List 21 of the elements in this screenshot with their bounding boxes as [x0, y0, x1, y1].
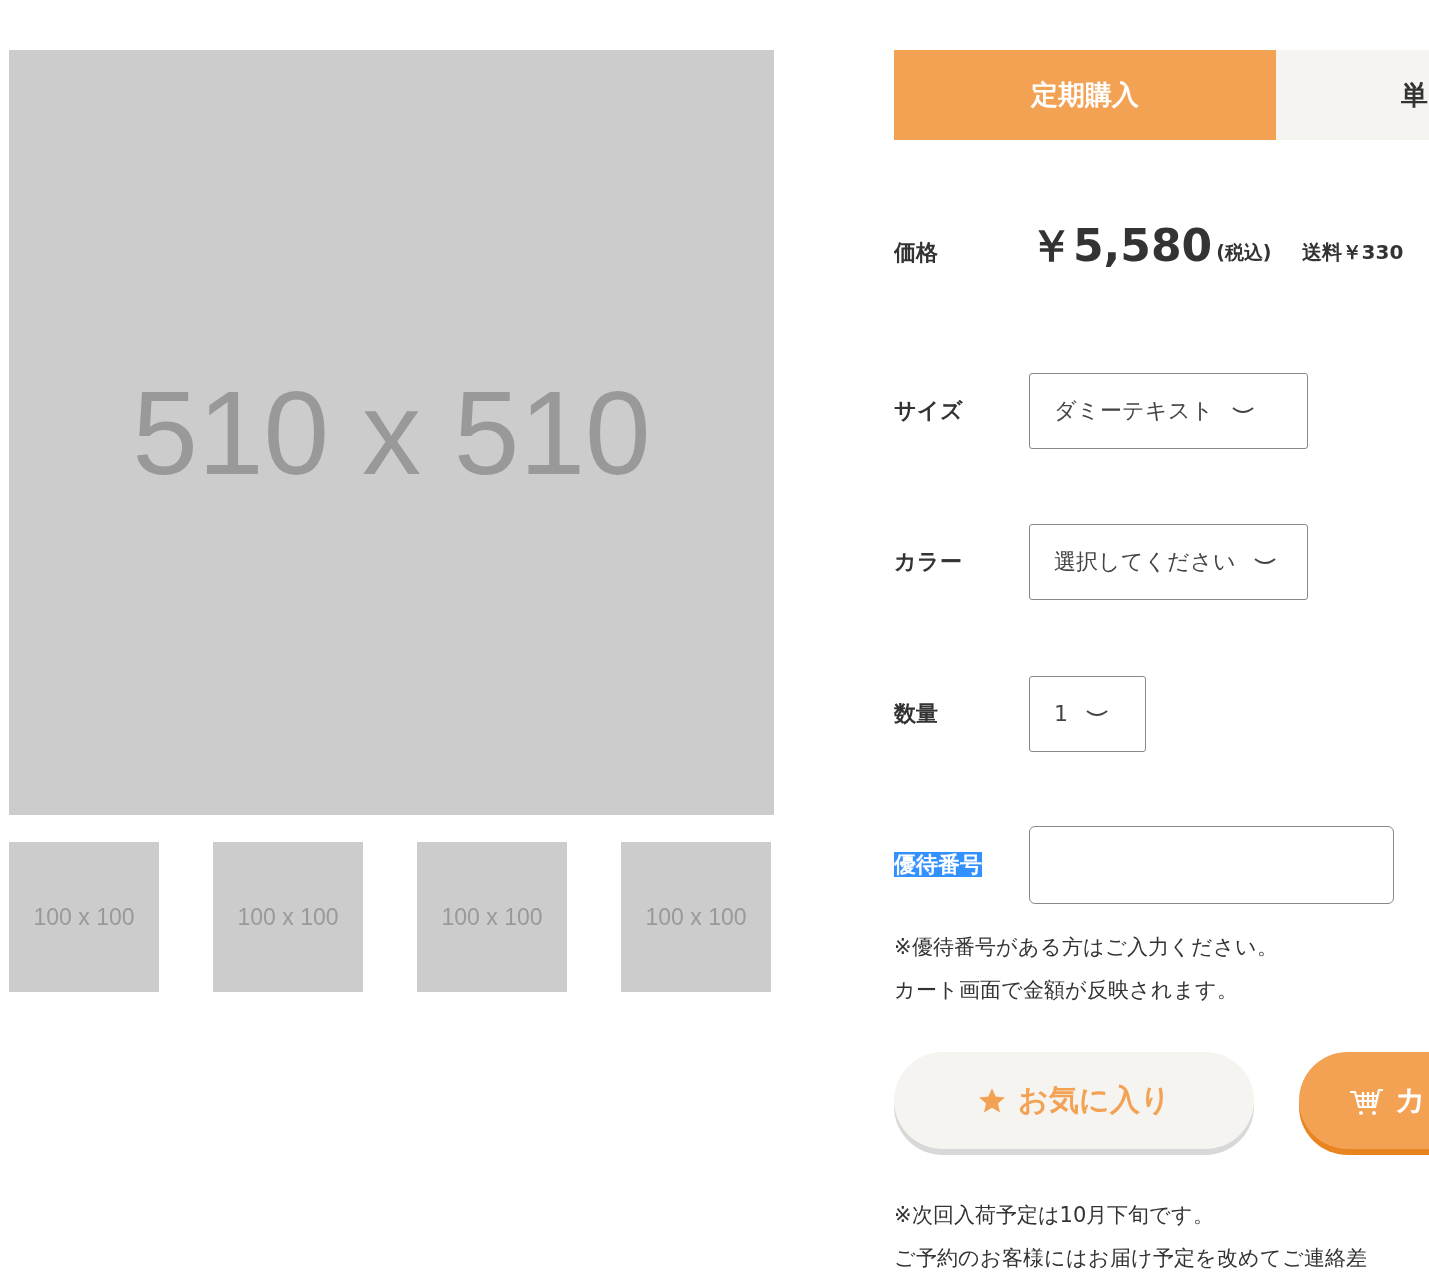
shipping-fee: 送料￥330: [1301, 239, 1404, 267]
field-label: 価格: [894, 239, 938, 265]
price: ￥5,580: [1029, 219, 1213, 274]
note-text: ※次回入荷予定は10月下旬です。: [894, 1202, 1216, 1229]
chevron-down-icon: [1232, 405, 1254, 416]
field-label: カラー: [894, 549, 962, 575]
note-text: ※優待番号がある方はご入力ください。: [894, 934, 1279, 961]
tax-note: (税込): [1216, 239, 1272, 265]
note-text: カート画面で金額が反映されます。: [894, 977, 1239, 1004]
input-field[interactable]: [1029, 826, 1394, 905]
select-field[interactable]: 選択してください: [1029, 524, 1308, 601]
select-field[interactable]: ダミーテキスト: [1029, 372, 1308, 449]
purchase-tab[interactable]: 定期購入: [894, 50, 1276, 140]
note-text: ご予約のお客様にはお届け予定を改めてご連絡差: [894, 1245, 1368, 1272]
field-label: サイズ: [894, 397, 963, 423]
field-label: 数量: [894, 700, 938, 726]
field-label: 優待番号: [894, 852, 982, 878]
star-icon: [977, 1086, 1006, 1115]
chevron-down-icon: [1086, 708, 1108, 719]
select-field[interactable]: 1: [1029, 675, 1146, 752]
purchase-tab[interactable]: 単: [1276, 50, 1429, 140]
